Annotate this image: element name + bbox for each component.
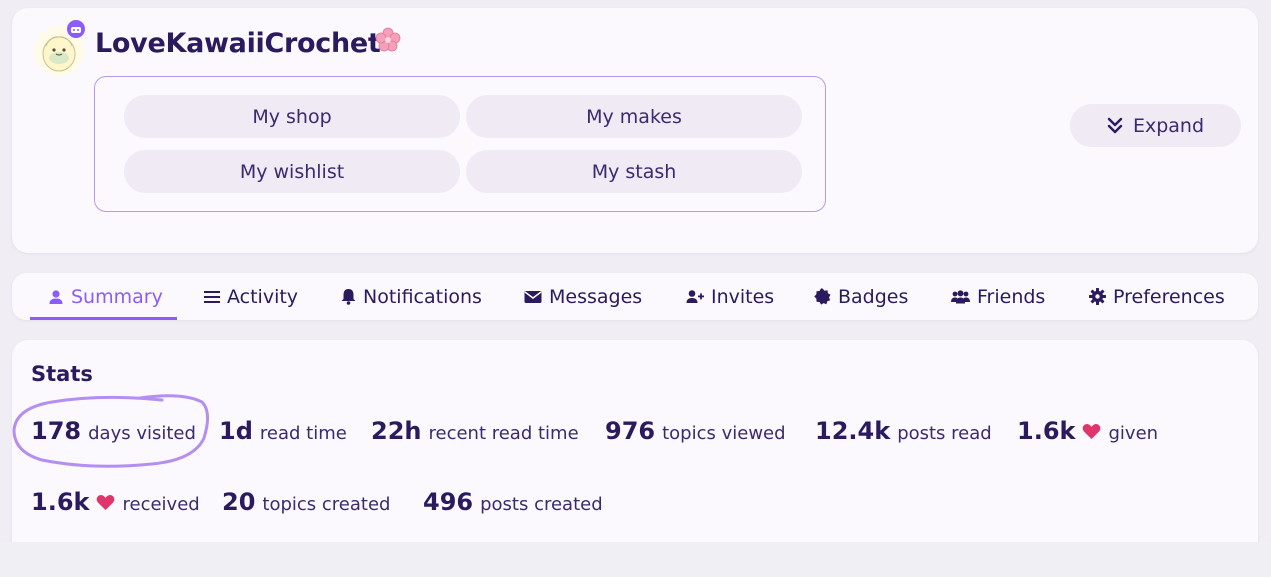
active-tab-indicator: [30, 317, 177, 320]
stats-section: Stats 178 days visited 1d read time 22h …: [12, 340, 1258, 550]
user-plus-icon: [686, 290, 704, 303]
stats-heading: Stats: [31, 362, 93, 386]
tab-invites[interactable]: Invites: [686, 273, 774, 320]
stat-posts-created: 496 posts created: [423, 488, 603, 516]
tab-preferences[interactable]: Preferences: [1089, 273, 1225, 320]
tab-label: Summary: [71, 285, 163, 308]
profile-tab-bar: Summary Activity Notifications Messages: [12, 273, 1258, 320]
stat-label: given: [1108, 423, 1159, 444]
stat-value: 178: [31, 417, 82, 445]
my-wishlist-button[interactable]: My wishlist: [124, 150, 460, 193]
expand-button[interactable]: Expand: [1070, 104, 1241, 147]
stat-value: 1d: [219, 417, 253, 445]
stat-read-time: 1d read time: [219, 417, 347, 445]
tab-summary[interactable]: Summary: [48, 273, 163, 320]
stat-label: topics viewed: [662, 423, 786, 444]
tab-friends[interactable]: Friends: [951, 273, 1045, 320]
stat-label: topics created: [262, 494, 391, 515]
stat-recent-read-time: 22h recent read time: [371, 417, 579, 445]
badge-icon: [814, 288, 831, 305]
gear-icon: [1089, 288, 1106, 305]
stat-value: 1.6k: [31, 488, 90, 516]
stat-label: posts created: [480, 494, 603, 515]
stat-value: 20: [222, 488, 256, 516]
list-icon: [204, 290, 220, 303]
tab-messages[interactable]: Messages: [524, 273, 642, 320]
heart-icon: [1082, 423, 1101, 440]
tab-label: Badges: [838, 285, 909, 308]
username: LoveKawaiiCrochet: [95, 28, 381, 59]
stat-label: posts read: [897, 423, 992, 444]
stat-value: 22h: [371, 417, 422, 445]
users-icon: [951, 289, 970, 303]
tab-label: Notifications: [363, 285, 482, 308]
stat-posts-read: 12.4k posts read: [815, 417, 992, 445]
tab-activity[interactable]: Activity: [204, 273, 298, 320]
my-shop-button[interactable]: My shop: [124, 95, 460, 138]
double-chevron-down-icon: [1107, 117, 1123, 133]
stat-label: received: [122, 494, 200, 515]
avatar-status-icon: [65, 18, 87, 40]
tab-label: Preferences: [1113, 285, 1225, 308]
user-icon: [49, 289, 63, 304]
stat-label: read time: [259, 423, 347, 444]
tab-notifications[interactable]: Notifications: [341, 273, 482, 320]
stat-label: recent read time: [428, 423, 579, 444]
envelope-icon: [524, 290, 542, 303]
stat-value: 12.4k: [815, 417, 891, 445]
tab-label: Friends: [977, 285, 1046, 308]
my-stash-button[interactable]: My stash: [466, 150, 802, 193]
page-bottom-background: [0, 542, 1271, 577]
my-makes-button[interactable]: My makes: [466, 95, 802, 138]
stat-days-visited: 178 days visited: [31, 417, 196, 445]
stat-value: 1.6k: [1017, 417, 1076, 445]
cherry-blossom-icon: [374, 26, 402, 54]
stat-value: 976: [605, 417, 656, 445]
expand-label: Expand: [1132, 114, 1205, 137]
stat-value: 496: [423, 488, 474, 516]
stat-label: days visited: [88, 423, 196, 444]
tab-badges[interactable]: Badges: [814, 273, 908, 320]
stat-topics-viewed: 976 topics viewed: [605, 417, 786, 445]
stat-likes-given: 1.6k given: [1017, 417, 1158, 445]
profile-links-box: My shop My makes My wishlist My stash: [94, 76, 826, 212]
tab-label: Messages: [549, 285, 643, 308]
heart-icon: [96, 494, 115, 511]
tab-label: Activity: [227, 285, 299, 308]
stat-likes-received: 1.6k received: [31, 488, 200, 516]
profile-card: LoveKawaiiCrochet My shop My makes My wi…: [12, 8, 1258, 253]
stat-topics-created: 20 topics created: [222, 488, 390, 516]
tab-label: Invites: [711, 285, 775, 308]
bell-icon: [341, 289, 356, 305]
